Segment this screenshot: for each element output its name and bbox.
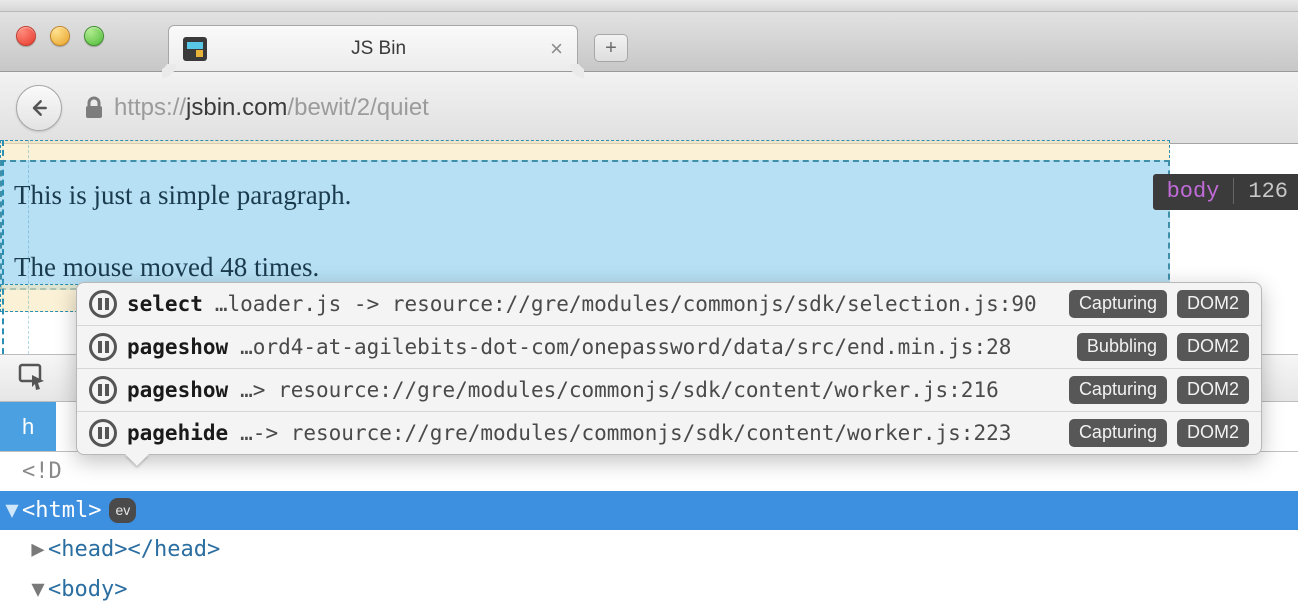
url-path: /bewit/2/quiet xyxy=(287,94,428,121)
pause-icon[interactable] xyxy=(89,376,117,404)
event-listener-badge[interactable]: ev xyxy=(109,498,136,523)
event-type: pageshow xyxy=(127,378,228,402)
url-scheme: https:// xyxy=(114,94,186,121)
tab-title: JS Bin xyxy=(219,38,538,60)
paragraph-2: The mouse moved 48 times. xyxy=(14,252,319,283)
arrow-left-icon xyxy=(29,98,49,118)
url-host: jsbin.com xyxy=(186,94,287,121)
event-phase-pill: Capturing xyxy=(1069,290,1167,318)
browser-tab[interactable]: JS Bin × xyxy=(168,25,578,71)
dom-doctype-line[interactable]: <!D xyxy=(0,452,1298,491)
url-text: https://jsbin.com/bewit/2/quiet xyxy=(114,94,429,122)
new-tab-button[interactable]: + xyxy=(594,34,628,62)
element-picker-icon[interactable] xyxy=(18,363,48,393)
address-bar: https://jsbin.com/bewit/2/quiet xyxy=(0,72,1298,144)
event-row: pagehide …-> resource://gre/modules/comm… xyxy=(77,412,1261,454)
dom-head-line[interactable]: ▶ <head></head> xyxy=(0,530,1298,569)
devtools-tab-label: h xyxy=(22,414,34,440)
devtools-tab-active[interactable]: h xyxy=(0,402,56,451)
pause-icon[interactable] xyxy=(89,333,117,361)
event-row: select …loader.js -> resource://gre/modu… xyxy=(77,283,1261,326)
dom-tree[interactable]: <!D ▼ <html> ev ▶ <head></head> ▼ <body> xyxy=(0,452,1298,609)
lock-icon xyxy=(84,96,104,120)
back-button[interactable] xyxy=(16,85,62,131)
event-source[interactable]: …> resource://gre/modules/commonjs/sdk/c… xyxy=(240,378,1059,402)
dom-body-line[interactable]: ▼ <body> xyxy=(0,570,1298,609)
event-source[interactable]: …ord4-at-agilebits-dot-com/onepassword/d… xyxy=(240,335,1067,359)
event-source[interactable]: …-> resource://gre/modules/commonjs/sdk/… xyxy=(240,421,1059,445)
pause-icon[interactable] xyxy=(89,419,117,447)
dom-doctype: <!D xyxy=(22,454,62,489)
pause-icon[interactable] xyxy=(89,290,117,318)
paragraph-1: This is just a simple paragraph. xyxy=(14,180,351,211)
event-phase-pill: Bubbling xyxy=(1077,333,1167,361)
window-titlebar xyxy=(0,0,1298,12)
twisty-expanded-icon[interactable]: ▼ xyxy=(2,493,22,528)
tabstrip: JS Bin × + xyxy=(0,12,1298,72)
window-zoom-button[interactable] xyxy=(84,26,104,46)
event-phase-pill: Capturing xyxy=(1069,419,1167,447)
event-level-pill: DOM2 xyxy=(1177,333,1249,361)
url-field[interactable]: https://jsbin.com/bewit/2/quiet xyxy=(80,94,1282,122)
dom-head: <head></head> xyxy=(48,532,220,567)
dom-html-line[interactable]: ▼ <html> ev xyxy=(0,491,1298,530)
dim-badge-separator xyxy=(1233,178,1234,204)
event-level-pill: DOM2 xyxy=(1177,419,1249,447)
tab-close-icon[interactable]: × xyxy=(550,38,563,60)
event-row: pageshow …> resource://gre/modules/commo… xyxy=(77,369,1261,412)
twisty-collapsed-icon[interactable]: ▶ xyxy=(28,532,48,567)
event-type: pageshow xyxy=(127,335,228,359)
event-source[interactable]: …loader.js -> resource://gre/modules/com… xyxy=(215,292,1059,316)
dim-badge-tag: body xyxy=(1167,179,1220,204)
element-dimensions-badge: body 126 xyxy=(1153,174,1298,210)
dim-badge-size: 126 xyxy=(1248,179,1288,204)
event-level-pill: DOM2 xyxy=(1177,376,1249,404)
twisty-expanded-icon[interactable]: ▼ xyxy=(28,572,48,607)
window-minimize-button[interactable] xyxy=(50,26,70,46)
event-row: pageshow …ord4-at-agilebits-dot-com/onep… xyxy=(77,326,1261,369)
box-model-guides xyxy=(0,144,30,344)
event-phase-pill: Capturing xyxy=(1069,376,1167,404)
jsbin-favicon-icon xyxy=(183,37,207,61)
window-close-button[interactable] xyxy=(16,26,36,46)
traffic-lights xyxy=(16,26,104,46)
event-type: select xyxy=(127,292,203,316)
event-type: pagehide xyxy=(127,421,228,445)
event-level-pill: DOM2 xyxy=(1177,290,1249,318)
dom-html-open: <html> xyxy=(22,493,101,528)
dom-body-open: <body> xyxy=(48,572,127,607)
event-listeners-popup: select …loader.js -> resource://gre/modu… xyxy=(76,282,1262,455)
